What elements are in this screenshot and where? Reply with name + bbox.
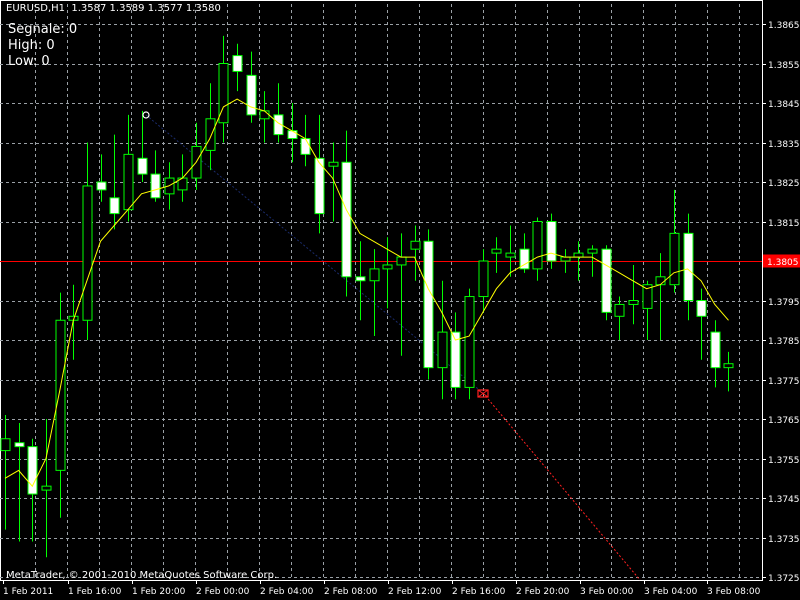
candle-bull	[123, 153, 134, 211]
y-tick-label: 1.3735	[768, 535, 800, 545]
candle-bear	[683, 232, 694, 302]
x-tick-label: 2 Feb 00:00	[196, 587, 250, 597]
segnale-label: Segnale: 0	[8, 22, 78, 37]
trend-line-red	[482, 392, 641, 581]
x-tick-label: 2 Feb 12:00	[388, 587, 442, 597]
candle-bull	[82, 185, 93, 321]
price-axis: 1.3805	[763, 254, 800, 268]
candle-bull	[628, 300, 639, 305]
candle-bear	[14, 442, 25, 448]
candle-bear	[246, 74, 257, 116]
chart-header: EURUSD,H1 1.3587 1.3589 1.3577 1.3580	[6, 3, 221, 14]
y-tick-label: 1.3855	[768, 61, 800, 71]
candle-bull	[396, 256, 407, 266]
candle-bull	[587, 248, 598, 254]
candle-bull	[437, 331, 448, 369]
candle-bull	[464, 296, 475, 388]
x-tick-label: 2 Feb 16:00	[452, 587, 506, 597]
candle-bear	[232, 55, 243, 72]
candle-bear	[137, 157, 148, 175]
candle-bull	[410, 240, 421, 250]
y-tick-label: 1.3835	[768, 140, 800, 150]
x-tick-label: 1 Feb 20:00	[132, 587, 186, 597]
candle-bear	[109, 197, 120, 215]
candlesticks	[0, 35, 734, 558]
y-tick-label: 1.3755	[768, 456, 800, 466]
candle-bull	[369, 268, 380, 282]
y-tick-label: 1.3785	[768, 337, 800, 347]
y-tick-label: 1.3765	[768, 416, 800, 426]
candle-bull	[382, 264, 393, 270]
x-axis-ticks: 1 Feb 2011 1 Feb 16:00 1 Feb 20:00 2 Feb 00…	[3, 580, 761, 597]
x-tick-label: 2 Feb 04:00	[260, 587, 314, 597]
x-tick-label: 2 Feb 08:00	[324, 587, 378, 597]
candle-bear	[27, 446, 38, 495]
candle-bear	[355, 276, 366, 282]
ma-line	[4, 98, 729, 488]
high-label: High: 0	[8, 38, 55, 53]
candle-bull	[505, 252, 516, 258]
candle-bull	[723, 363, 734, 369]
candle-bear	[341, 161, 352, 278]
candle-bull	[614, 303, 625, 317]
candle-bull	[573, 252, 584, 258]
y-tick-label: 1.3775	[768, 377, 800, 387]
price-chart: 1.3865 1.3855 1.3845 1.3835 1.3825 1.3815 1.38…	[0, 0, 800, 597]
current-price-label: 1.3805	[767, 258, 799, 268]
candle-bull	[259, 110, 270, 120]
y-tick-label: 1.3815	[768, 219, 800, 229]
y-tick-label: 1.3725	[768, 574, 800, 584]
candle-bull	[328, 161, 339, 167]
y-tick-label: 1.3845	[768, 100, 800, 110]
x-tick-label: 3 Feb 00:00	[580, 587, 634, 597]
x-tick-label: 1 Feb 2011	[3, 587, 53, 597]
candle-bull	[655, 276, 666, 286]
candle-bear	[546, 221, 557, 262]
candle-bull	[491, 248, 502, 254]
y-tick-label: 1.3865	[768, 21, 800, 31]
candle-bull	[205, 118, 216, 151]
candle-bear	[423, 240, 434, 369]
candle-bull	[532, 221, 543, 270]
candle-bear	[696, 300, 707, 317]
x-tick-label: 2 Feb 20:00	[516, 587, 570, 597]
candle-bull	[41, 485, 52, 491]
moving-average	[4, 98, 729, 488]
candle-bear	[300, 138, 311, 155]
candle-bear	[150, 173, 161, 199]
candle-bear	[287, 130, 298, 140]
trend-lines	[145, 114, 641, 581]
candle-bear	[710, 331, 721, 369]
low-label: Low: 0	[8, 54, 50, 69]
x-tick-label: 3 Feb 08:00	[707, 587, 761, 597]
candle-bull	[478, 260, 489, 298]
y-tick-label: 1.3745	[768, 495, 800, 505]
copyright-label: MetaTrader, © 2001-2010 MetaQuotes Softw…	[6, 570, 278, 581]
candle-bear	[96, 181, 107, 191]
candle-bull	[669, 232, 680, 286]
candle-bear	[601, 248, 612, 313]
x-tick-label: 3 Feb 04:00	[644, 587, 698, 597]
candle-bull	[55, 319, 66, 471]
x-tick-label: 1 Feb 16:00	[68, 587, 122, 597]
y-tick-label: 1.3825	[768, 179, 800, 189]
y-tick-label: 1.3795	[768, 298, 800, 308]
candle-bull	[0, 438, 11, 452]
y-axis-ticks: 1.3865 1.3855 1.3845 1.3835 1.3825 1.3815 1.38…	[762, 21, 800, 584]
candle-bull	[560, 256, 571, 262]
